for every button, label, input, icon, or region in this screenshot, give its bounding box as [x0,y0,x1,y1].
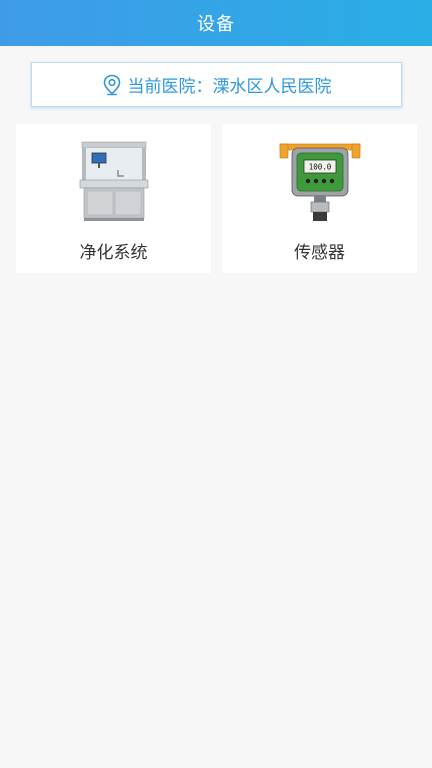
device-label: 净化系统 [79,243,148,263]
location-pin-icon [103,74,120,95]
current-hospital-selector[interactable]: 当前医院： 溧水区人民医院 [31,62,402,107]
sensor-display-reading: 100.0 [308,163,331,172]
gas-sensor-image: 100.0 [275,138,365,224]
device-card-sensor[interactable]: 100.0 传感器 [222,124,417,273]
page-title: 设备 [197,14,235,35]
device-label: 传感器 [294,243,345,263]
purification-station-image [69,138,159,224]
top-bar: 设备 [0,0,432,46]
hospital-prefix: 当前医院： [127,77,213,97]
app-root: 设备 当前医院： 溧水区人民医院 净化系统 100.0 传感器 [0,0,432,768]
hospital-name: 溧水区人民医院 [212,77,332,97]
device-card-purification[interactable]: 净化系统 [16,124,211,273]
